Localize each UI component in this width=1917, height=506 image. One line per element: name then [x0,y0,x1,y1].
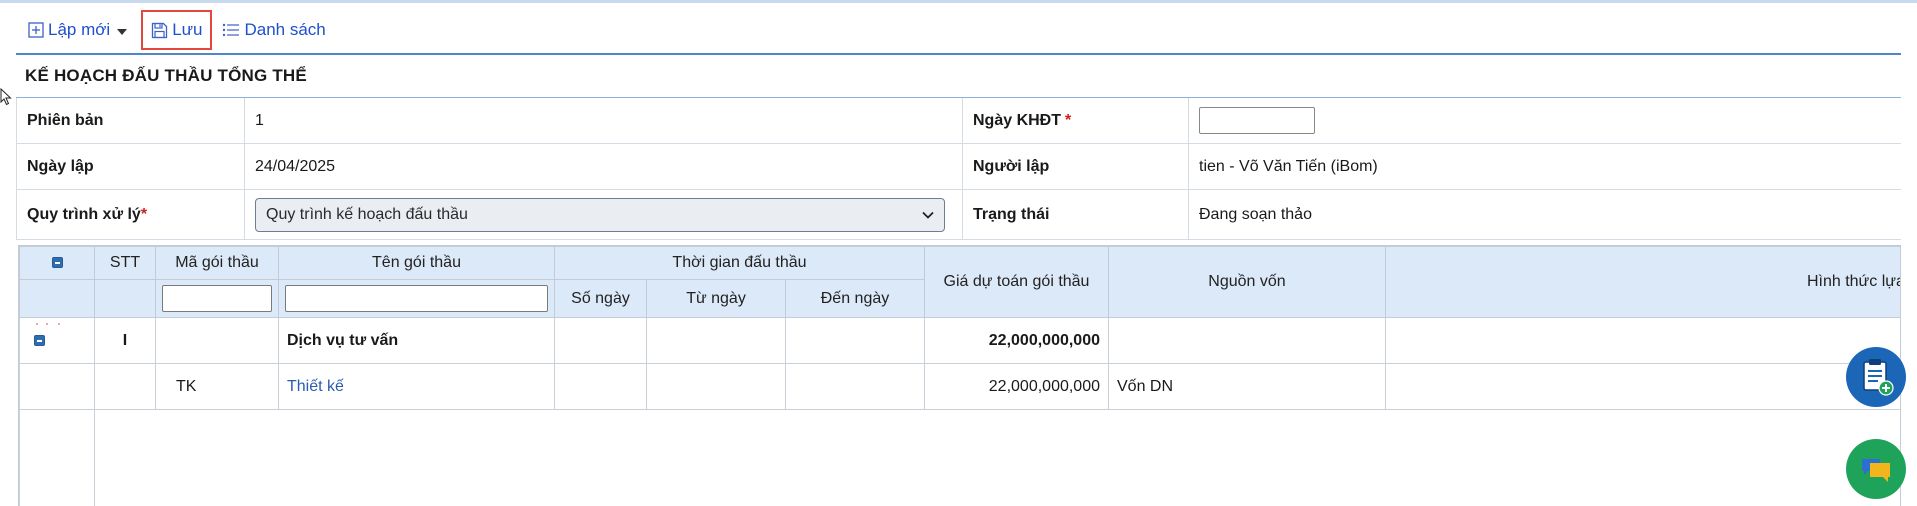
row-method [1385,363,1900,410]
col-from-date[interactable]: Từ ngày [646,279,786,318]
col-package-name[interactable]: Tên gói thầu [278,246,555,280]
row-source [1108,317,1386,364]
row-days [554,363,647,410]
row-days [554,317,647,364]
process-select-value: Quy trình kế hoạch đấu thầu [266,205,468,223]
version-value: 1 [245,98,963,143]
table-row[interactable]: TK Thiết kế 22,000,000,000 Vốn DN [19,363,1900,410]
info-row-created: Ngày lập 24/04/2025 Người lập tien - Võ … [17,144,1901,190]
new-button-label: Lập mới [48,20,111,39]
created-date-label: Ngày lập [17,144,245,189]
row-estimate: 22,000,000,000 [924,363,1109,410]
list-button[interactable]: Danh sách [216,12,331,48]
filter-empty [94,279,156,318]
col-capital-source[interactable]: Nguồn vốn [1108,246,1386,318]
created-date-value: 24/04/2025 [245,144,963,189]
filter-name-input[interactable] [285,285,548,312]
row-to [785,363,925,410]
status-value: Đang soạn thảo [1199,205,1312,223]
row-stt [94,363,156,410]
col-package-code[interactable]: Mã gói thầu [155,246,279,280]
table-row[interactable]: I Dịch vụ tư vấn 22,000,000,000 [19,317,1900,364]
collapse-all-cell [19,246,95,280]
plan-date-input[interactable] [1199,107,1315,134]
row-source: Vốn DN [1108,363,1386,410]
collapse-icon[interactable] [34,334,45,346]
row-estimate: 22,000,000,000 [924,317,1109,364]
new-button[interactable]: Lập mới [22,12,133,48]
row-toggle-cell [19,363,95,410]
empty-cell [19,409,95,506]
row-name-link[interactable]: Thiết kế [278,363,555,410]
filter-code-cell [155,279,279,318]
process-label: Quy trình xử lý [27,205,141,223]
top-border [0,0,1917,3]
required-mark: * [1065,111,1072,129]
plan-date-cell [1189,98,1901,143]
chevron-down-icon [922,211,934,219]
clipboard-add-icon [1863,359,1894,396]
col-stt[interactable]: STT [94,246,156,280]
list-icon [223,23,240,37]
row-method [1385,317,1900,364]
col-days[interactable]: Số ngày [554,279,647,318]
filter-code-input[interactable] [162,285,272,312]
empty-cell [94,409,1900,506]
creator-label: Người lập [963,144,1189,189]
row-from [646,363,786,410]
add-note-button[interactable] [1846,347,1906,407]
process-label-cell: Quy trình xử lý * [17,190,245,239]
empty-row [19,409,1900,506]
col-selection-method[interactable]: Hình thức lựa chọn [1385,246,1900,318]
caret-down-icon[interactable] [117,29,128,35]
save-icon [152,22,168,38]
row-code [155,317,279,364]
status-label: Trạng thái [963,190,1189,239]
package-table: STT Mã gói thầu Tên gói thầu Thời gian đ… [19,246,1900,506]
save-button[interactable]: Lưu [141,10,213,50]
save-button-label: Lưu [172,20,203,39]
plus-square-icon [28,22,44,38]
collapse-icon[interactable] [51,257,63,269]
creator-value: tien - Võ Văn Tiến (iBom) [1199,157,1378,175]
col-estimate[interactable]: Giá dự toán gói thầu [924,246,1109,318]
page-title: KẾ HOẠCH ĐẤU THẦU TỔNG THỂ [25,66,307,85]
col-to-date[interactable]: Đến ngày [785,279,925,318]
row-from [646,317,786,364]
list-button-label: Danh sách [244,20,326,39]
row-stt: I [94,317,156,364]
header-row: STT Mã gói thầu Tên gói thầu Thời gian đ… [19,246,1900,318]
col-bidding-time: Thời gian đấu thầu [554,246,925,280]
required-mark: * [140,205,148,223]
package-grid: STT Mã gói thầu Tên gói thầu Thời gian đ… [18,245,1901,506]
process-select-cell: Quy trình kế hoạch đấu thầu [245,190,963,239]
row-code: TK [155,363,279,410]
version-label: Phiên bản [17,98,245,143]
chat-icon [1862,459,1890,482]
row-to [785,317,925,364]
toolbar-divider [16,53,1901,55]
plan-date-label: Ngày KHĐT [973,111,1062,129]
row-name: Dịch vụ tư vấn [278,317,555,364]
plan-date-label-cell: Ngày KHĐT * [963,98,1189,143]
info-panel: Phiên bản 1 Ngày KHĐT * Ngày lập 24/04/2… [16,98,1901,240]
process-select[interactable]: Quy trình kế hoạch đấu thầu [255,197,945,232]
info-row-version: Phiên bản 1 Ngày KHĐT * [17,98,1901,144]
info-row-process: Quy trình xử lý * Quy trình kế hoạch đấu … [17,190,1901,240]
filter-empty [19,279,95,318]
toolbar: Lập mới Lưu Danh sách [22,10,332,50]
row-marker-dots [36,323,60,325]
chat-button[interactable] [1846,439,1906,499]
mouse-cursor-icon [0,88,12,106]
filter-name-cell [278,279,555,318]
